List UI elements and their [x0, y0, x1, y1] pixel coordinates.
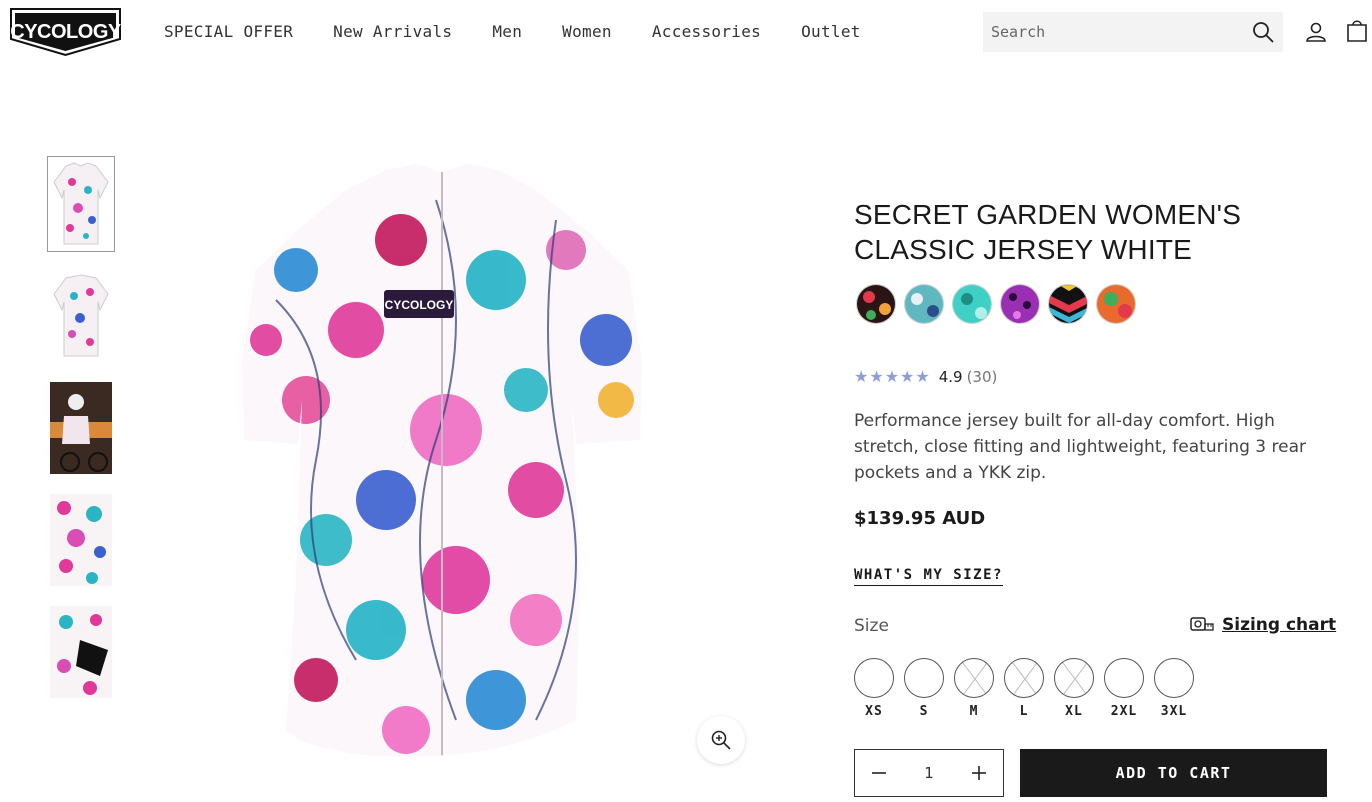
- sizing-chart-link[interactable]: Sizing chart: [1190, 615, 1336, 635]
- fabric-detail-thumbnail-image: [50, 494, 112, 586]
- size-label-xs: XS: [865, 704, 883, 719]
- cycology-logo[interactable]: CYCOLOGY: [7, 5, 124, 57]
- whats-my-size-link[interactable]: WHAT'S MY SIZE?: [854, 567, 1003, 586]
- site-header: CYCOLOGY SPECIAL OFFER New Arrivals Men …: [0, 0, 1372, 66]
- rating-score: 4.9: [938, 367, 963, 386]
- rider-photo-thumbnail-image: [50, 382, 112, 474]
- pocket-detail-thumbnail-image: [50, 606, 112, 698]
- search-bar: [983, 12, 1283, 52]
- minus-icon: [872, 772, 886, 774]
- product-price: $139.95 AUD: [854, 508, 986, 529]
- size-option-2xl[interactable]: 2XL: [1104, 658, 1144, 719]
- nav-men[interactable]: Men: [492, 22, 522, 41]
- swatch-4[interactable]: [1000, 284, 1040, 324]
- size-circle: [854, 658, 894, 698]
- thumbnail-2[interactable]: [47, 268, 115, 364]
- swatch-1[interactable]: [856, 284, 896, 324]
- nav-accessories[interactable]: Accessories: [652, 22, 761, 41]
- product-title: SECRET GARDEN WOMEN'S CLASSIC JERSEY WHI…: [854, 199, 1242, 265]
- product-rating[interactable]: ★★★★★ 4.9 (30): [854, 367, 997, 386]
- svg-text:CYCOLOGY: CYCOLOGY: [385, 298, 454, 312]
- size-option-3xl[interactable]: 3XL: [1154, 658, 1194, 719]
- thumbnail-4[interactable]: [47, 492, 115, 588]
- add-to-cart-button[interactable]: ADD TO CART: [1020, 749, 1327, 797]
- size-circle-unavailable: [954, 658, 994, 698]
- nav-special-offer[interactable]: SPECIAL OFFER: [164, 22, 293, 41]
- thumbnail-1[interactable]: [47, 156, 115, 252]
- swatch-3[interactable]: [952, 284, 992, 324]
- sizing-chart-label: Sizing chart: [1222, 615, 1337, 635]
- swatch-5[interactable]: [1048, 284, 1088, 324]
- cart-icon[interactable]: [1344, 18, 1370, 44]
- quantity-stepper: 1: [854, 749, 1004, 797]
- unavailable-cross-icon: [962, 662, 988, 696]
- review-count: (30): [966, 367, 998, 386]
- size-circle: [1154, 658, 1194, 698]
- size-option-s[interactable]: S: [904, 658, 944, 719]
- size-circle: [1104, 658, 1144, 698]
- svg-text:CYCOLOGY: CYCOLOGY: [10, 21, 122, 43]
- size-circle-unavailable: [1054, 658, 1094, 698]
- quantity-value[interactable]: 1: [924, 764, 934, 782]
- unavailable-cross-icon: [1012, 662, 1038, 696]
- product-description: Performance jersey built for all-day com…: [854, 411, 1306, 483]
- nav-women[interactable]: Women: [562, 22, 612, 41]
- jersey-back-thumbnail-image: [53, 274, 109, 357]
- size-selector: XS S M L XL 2XL 3XL: [854, 658, 1204, 719]
- zoom-in-icon: [711, 730, 731, 750]
- account-icon[interactable]: [1304, 20, 1328, 44]
- size-label-xl: XL: [1065, 704, 1083, 719]
- size-label-l: L: [1019, 704, 1029, 719]
- jersey-thumbnail-image: [53, 162, 109, 245]
- nav-new-arrivals[interactable]: New Arrivals: [333, 22, 452, 41]
- color-swatches: [856, 284, 1144, 324]
- thumbnail-5[interactable]: [47, 604, 115, 700]
- size-option-xs[interactable]: XS: [854, 658, 894, 719]
- unavailable-cross-icon: [1062, 662, 1088, 696]
- increase-quantity-button[interactable]: [955, 750, 1003, 796]
- decrease-quantity-button[interactable]: [855, 750, 903, 796]
- size-label-3xl: 3XL: [1160, 704, 1188, 719]
- plus-icon: [971, 766, 986, 780]
- size-option-l[interactable]: L: [1004, 658, 1044, 719]
- size-label-m: M: [969, 704, 979, 719]
- nav-outlet[interactable]: Outlet: [801, 22, 861, 41]
- swatch-6[interactable]: [1096, 284, 1136, 324]
- size-option-xl[interactable]: XL: [1054, 658, 1094, 719]
- size-label-s: S: [919, 704, 929, 719]
- search-input[interactable]: [983, 23, 1233, 41]
- star-rating-icon: ★★★★★: [854, 367, 931, 386]
- thumbnail-gallery: [47, 156, 117, 716]
- swatch-2[interactable]: [904, 284, 944, 324]
- thumbnail-3[interactable]: [47, 380, 115, 476]
- tape-measure-icon: [1190, 617, 1214, 631]
- size-circle: [904, 658, 944, 698]
- zoom-button[interactable]: [697, 716, 745, 764]
- product-main-image[interactable]: CYCOLOGY: [236, 160, 648, 770]
- main-nav: SPECIAL OFFER New Arrivals Men Women Acc…: [164, 22, 901, 41]
- size-label: Size: [854, 616, 889, 636]
- size-circle-unavailable: [1004, 658, 1044, 698]
- size-label-2xl: 2XL: [1110, 704, 1138, 719]
- search-icon[interactable]: [1251, 20, 1275, 44]
- size-option-m[interactable]: M: [954, 658, 994, 719]
